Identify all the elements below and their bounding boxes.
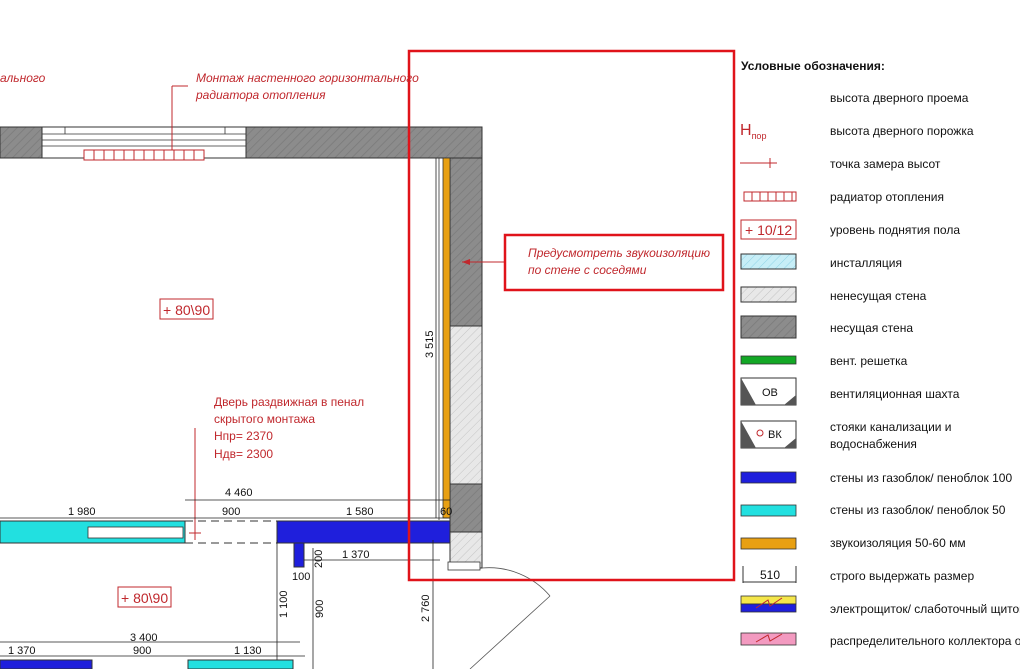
legend-label-door-height: высота дверного проема [830, 91, 969, 105]
door-jamb [447, 561, 481, 571]
legend-label-vent-shaft: вентиляционная шахта [830, 387, 960, 401]
blue-wall-stub [293, 542, 305, 568]
legend-label-blue-block: стены из газоблок/ пеноблок 100 [830, 471, 1012, 485]
legend-risers-label: ВК [768, 429, 782, 441]
dim-60: 60 [440, 506, 452, 518]
legend-label-non-bearing: ненесущая стена [830, 289, 927, 303]
cyan-wall-bottom [187, 659, 294, 669]
door-note-line2: скрытого монтажа [214, 412, 315, 426]
legend-blue-block-swatch [740, 471, 797, 484]
legend-label-insulation: звукоизоляция 50-60 мм [830, 536, 966, 550]
legend-manifold-icon [740, 632, 797, 646]
sound-insulation [442, 157, 451, 519]
dim-100: 100 [292, 571, 310, 583]
legend-measure-point-icon [740, 158, 777, 168]
dim-200: 200 [313, 550, 325, 568]
legend-vent-grille-swatch [740, 355, 797, 365]
legend-label-radiator: радиатор отопления [830, 190, 944, 204]
sound-note-line1: Предусмотреть звукоизоляцию [528, 246, 710, 260]
dim-3400: 3 400 [130, 632, 158, 644]
legend-label-risers-2: водоснабжения [830, 437, 917, 451]
legend-radiator-icon [743, 191, 797, 202]
legend-insulation-swatch [740, 537, 797, 550]
legend-labels: высота дверного проема высота дверного п… [830, 91, 1020, 648]
legend-symbol-hpor: Hпор [740, 122, 766, 141]
bearing-wall-top-right [245, 126, 483, 159]
dim-1580: 1 580 [346, 506, 374, 518]
legend-risers-icon: ВК [740, 420, 797, 449]
legend-label-vent-grille: вент. решетка [830, 354, 908, 368]
floor-plan: ального Монтаж настенного горизонтальног… [0, 49, 1020, 669]
door-note-line1: Дверь раздвижная в пенал [214, 395, 364, 409]
dim-900a: 900 [222, 506, 240, 518]
bearing-wall-top-left [0, 126, 43, 159]
blue-wall-main [276, 520, 451, 544]
legend-label-electrical-panel: электрощиток/ слаботочный щиток [830, 602, 1020, 616]
legend-label-installation: инсталляция [830, 256, 902, 270]
legend-non-bearing-swatch [740, 286, 797, 303]
blue-wall-bottom [0, 659, 93, 669]
legend-installation-swatch [740, 253, 797, 270]
dim-2760: 2 760 [420, 594, 432, 622]
plan-drawing [0, 85, 551, 669]
door-note-hpr: Hпр= 2370 [214, 429, 273, 443]
legend-floor-level-text: + 10/12 [745, 222, 792, 238]
radiator-note-line2: радиатора отопления [195, 88, 326, 102]
legend-vent-shaft-label: ОВ [762, 387, 778, 399]
dim-4460: 4 460 [225, 487, 253, 499]
radiator-note-line1: Монтаж настенного горизонтального [196, 71, 419, 85]
floor-level-text-lower: + 80\90 [121, 590, 168, 606]
legend-title: Условные обозначения: [741, 59, 885, 73]
legend-label-threshold: высота дверного порожка [830, 124, 974, 138]
radiator [83, 149, 205, 161]
legend-label-measure-point: точка замера высот [830, 157, 941, 171]
legend-label-risers-1: стояки канализации и [830, 420, 952, 434]
partition-wall-right [449, 325, 483, 485]
floor-level-text-upper: + 80\90 [163, 302, 210, 318]
legend-electrical-panel-icon [740, 595, 797, 613]
legend-label-strict-size: строго выдержать размер [830, 569, 974, 583]
dim-1370b: 1 370 [8, 645, 36, 657]
dim-3515: 3 515 [424, 330, 436, 358]
dim-900b: 900 [314, 600, 326, 618]
legend-label-bearing: несущая стена [830, 321, 913, 335]
legend-strict-size-text: 510 [760, 568, 780, 582]
bearing-wall-right-lower [449, 483, 483, 533]
dim-900c: 900 [133, 645, 151, 657]
dim-1100: 1 100 [278, 590, 290, 618]
door-swing [481, 567, 551, 597]
legend: Условные обозначения: Hпор + 10/12 ОВ ВК… [740, 59, 1020, 648]
legend-symbols: Hпор + 10/12 ОВ ВК 510 [740, 122, 797, 646]
legend-label-manifold: распределительного коллектора отопления [830, 634, 1020, 648]
dim-1370a: 1 370 [342, 549, 370, 561]
bearing-wall-right [449, 157, 483, 327]
legend-bearing-swatch [740, 315, 797, 339]
legend-vent-shaft-icon: ОВ [740, 377, 797, 406]
top-left-cut-text: ального [0, 71, 46, 85]
dim-1980: 1 980 [68, 506, 96, 518]
legend-cyan-block-swatch [740, 504, 797, 517]
legend-label-cyan-block: стены из газоблок/ пеноблок 50 [830, 503, 1006, 517]
legend-label-floor-level: уровень поднятия пола [830, 223, 960, 237]
door-note-hdv: Hдв= 2300 [214, 447, 273, 461]
dim-1130: 1 130 [234, 645, 262, 657]
legend-strict-size-icon: 510 [742, 566, 797, 583]
sound-note-line2: по стене с соседями [528, 263, 647, 277]
